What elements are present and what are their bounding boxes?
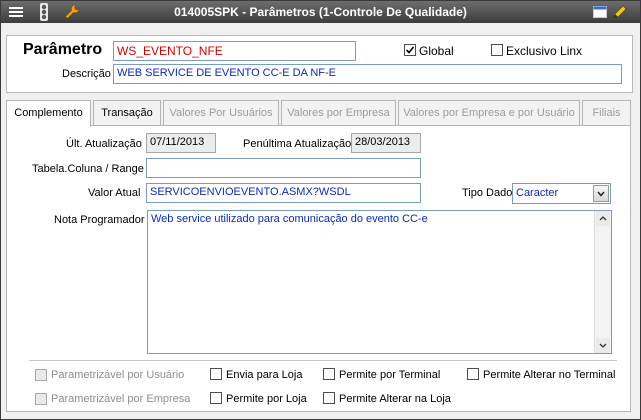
tab-filiais[interactable]: Filiais: [582, 100, 631, 126]
valor-atual-label: Valor Atual: [88, 187, 141, 199]
param-usuario-label: Parametrizável por Usuário: [51, 369, 185, 381]
tabela-coluna-label: Tabela.Coluna / Range: [32, 163, 144, 175]
ult-atualizacao-field: 07/11/2013: [146, 133, 216, 153]
descricao-field[interactable]: WEB SERVICE DE EVENTO CC-E DA NF-E: [113, 64, 622, 84]
permite-alterar-terminal-checkbox[interactable]: [467, 368, 479, 380]
permite-alterar-terminal-label: Permite Alterar no Terminal: [483, 369, 616, 381]
exclusivo-linx-label: Exclusivo Linx: [506, 44, 583, 58]
permite-terminal-label: Permite por Terminal: [339, 369, 441, 381]
parametros-window: 014005SPK - Parâmetros (1-Controle De Qu…: [0, 0, 641, 420]
parameter-header: Parâmetro WS_EVENTO_NFE Global Exclusivo…: [6, 35, 633, 93]
tipo-dado-value: Caracter: [516, 187, 559, 199]
tab-complemento[interactable]: Complemento: [6, 100, 91, 127]
complemento-panel: Últ. Atualização 07/11/2013 Penúltima At…: [6, 125, 631, 412]
permite-loja-checkbox[interactable]: [210, 392, 222, 404]
options-group: Parametrizável por Usuário Parametrizáve…: [29, 360, 617, 409]
valor-atual-field[interactable]: SERVICOENVIOEVENTO.ASMX?WSDL: [146, 183, 421, 203]
permite-alterar-loja-label: Permite Alterar na Loja: [339, 393, 451, 405]
tab-valores-por-empresa-usuario[interactable]: Valores por Empresa e por Usuário: [398, 100, 580, 126]
permite-terminal-checkbox[interactable]: [323, 368, 335, 380]
scroll-up-icon[interactable]: [596, 211, 610, 226]
param-usuario-checkbox: [35, 369, 47, 381]
tipo-dado-label: Tipo Dado: [462, 187, 513, 199]
pencil-icon[interactable]: [611, 3, 629, 21]
param-empresa-checkbox: [35, 393, 47, 405]
parametro-label: Parâmetro: [23, 41, 103, 58]
envia-loja-checkbox[interactable]: [210, 368, 222, 380]
tabela-coluna-field[interactable]: [146, 158, 421, 178]
scroll-down-icon[interactable]: [596, 338, 610, 353]
penultima-atualizacao-field: 28/03/2013: [351, 133, 421, 153]
exclusivo-linx-checkbox[interactable]: [491, 44, 503, 56]
descricao-label: Descrição: [62, 68, 111, 80]
global-label: Global: [419, 44, 454, 58]
window-title: 014005SPK - Parâmetros (1-Controle De Qu…: [174, 5, 467, 19]
tab-valores-por-usuarios[interactable]: Valores Por Usuários: [163, 100, 279, 126]
ult-atualizacao-label: Últ. Atualização: [66, 138, 142, 150]
tipo-dado-select[interactable]: Caracter: [512, 183, 611, 204]
nota-programador-label: Nota Programador: [54, 214, 145, 226]
parametro-field[interactable]: WS_EVENTO_NFE: [113, 41, 356, 61]
window-icon[interactable]: [591, 3, 609, 21]
title-bar: 014005SPK - Parâmetros (1-Controle De Qu…: [1, 1, 640, 23]
permite-loja-label: Permite por Loja: [226, 393, 307, 405]
nota-programador-textarea[interactable]: Web service utilizado para comunicação d…: [147, 210, 612, 354]
envia-loja-label: Envia para Loja: [226, 369, 303, 381]
chevron-down-icon[interactable]: [593, 185, 609, 202]
global-checkbox[interactable]: [404, 44, 416, 56]
penultima-atualizacao-label: Penúltima Atualização: [243, 138, 352, 150]
param-empresa-label: Parametrizável por Empresa: [51, 393, 191, 405]
nota-programador-text: Web service utilizado para comunicação d…: [151, 213, 428, 225]
tab-valores-por-empresa[interactable]: Valores por Empresa: [281, 100, 396, 126]
permite-alterar-loja-checkbox[interactable]: [323, 392, 335, 404]
vertical-scrollbar[interactable]: [594, 211, 611, 353]
tab-transacao[interactable]: Transação: [93, 100, 161, 126]
